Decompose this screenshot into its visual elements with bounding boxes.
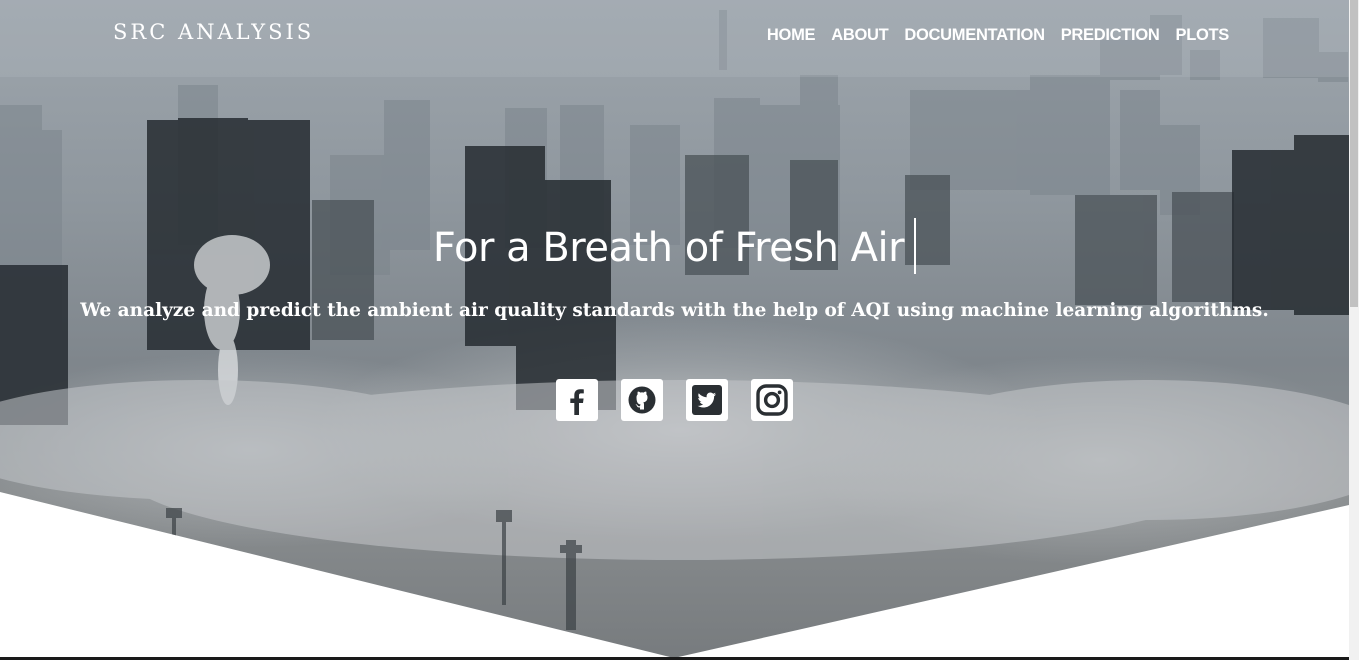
scrollbar-thumb[interactable] bbox=[1350, 0, 1358, 307]
page: SRC ANALYSIS HOME ABOUT DOCUMENTATION PR… bbox=[0, 0, 1349, 660]
nav-links: HOME ABOUT DOCUMENTATION PREDICTION PLOT… bbox=[767, 26, 1229, 45]
github-button[interactable] bbox=[621, 379, 663, 421]
navbar: SRC ANALYSIS HOME ABOUT DOCUMENTATION PR… bbox=[0, 0, 1349, 77]
hero-subtitle: We analyze and predict the ambient air q… bbox=[80, 300, 1269, 321]
instagram-button[interactable] bbox=[751, 379, 793, 421]
nav-home-link[interactable]: HOME bbox=[767, 26, 816, 45]
facebook-button[interactable] bbox=[556, 379, 598, 421]
city-skyline-image bbox=[0, 10, 1349, 630]
hero-title-wrapper: For a Breath of Fresh Air bbox=[0, 218, 1349, 278]
instagram-icon bbox=[756, 384, 788, 416]
hero-title: For a Breath of Fresh Air bbox=[432, 225, 905, 271]
nav-plots-link[interactable]: PLOTS bbox=[1175, 26, 1229, 45]
twitter-icon bbox=[692, 385, 722, 415]
hero-background bbox=[0, 0, 1349, 658]
github-icon bbox=[628, 386, 656, 414]
facebook-icon bbox=[570, 389, 584, 415]
social-links bbox=[556, 379, 793, 421]
twitter-button[interactable] bbox=[686, 379, 728, 421]
nav-documentation-link[interactable]: DOCUMENTATION bbox=[904, 26, 1045, 45]
nav-about-link[interactable]: ABOUT bbox=[831, 26, 888, 45]
page-scrollbar[interactable] bbox=[1349, 0, 1359, 660]
nav-prediction-link[interactable]: PREDICTION bbox=[1061, 26, 1160, 45]
brand-logo[interactable]: SRC ANALYSIS bbox=[113, 20, 314, 44]
typing-cursor bbox=[914, 218, 917, 274]
